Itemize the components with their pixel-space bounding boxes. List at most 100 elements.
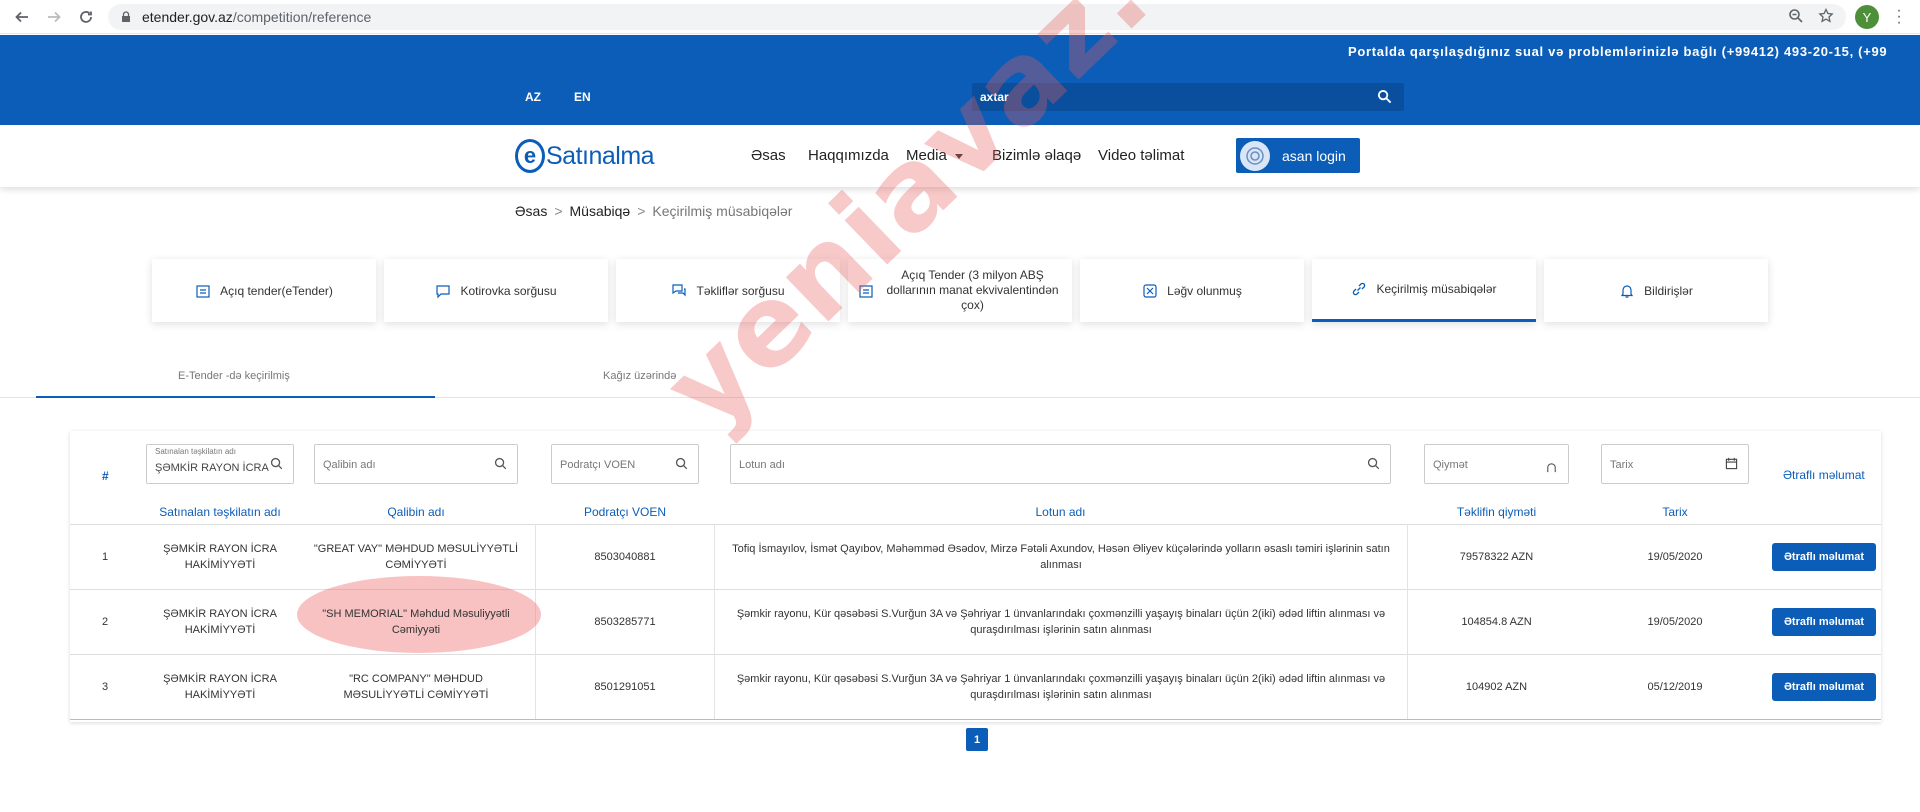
tab-etender[interactable]: E-Tender -də keçirilmiş (178, 370, 290, 382)
details-button[interactable]: Ətraflı məlumat (1772, 608, 1876, 636)
chat-bubbles-icon (672, 283, 687, 296)
price-cell: 104854.8 AZN (1461, 616, 1532, 628)
site-search-input[interactable]: axtar (972, 83, 1404, 111)
lot-filter-input[interactable]: Lotun adı (730, 444, 1391, 484)
row-number-header: # (102, 469, 109, 483)
nav-video[interactable]: Video təlimat (1098, 147, 1184, 164)
voen-cell: 8503285771 (594, 616, 656, 628)
search-icon[interactable] (1377, 89, 1392, 104)
org-filter-label: Satınalan təşkilatın adı (155, 447, 236, 456)
price-filter-placeholder: Qiymət (1433, 459, 1468, 471)
asan-login-button[interactable]: asan login (1236, 138, 1360, 173)
site-logo[interactable]: e Satınalma (515, 139, 655, 173)
column-divider (714, 524, 715, 719)
breadcrumb-home[interactable]: Əsas (515, 203, 547, 219)
org-filter-value: ŞƏMKİR RAYON İCRA (155, 462, 269, 474)
profile-avatar[interactable]: Y (1855, 5, 1879, 29)
top-bar: AZ EN axtar (0, 67, 1920, 125)
col-voen: Podratçı VOEN (583, 505, 667, 519)
tile-open-tender-large[interactable]: Açıq Tender (3 milyon ABŞ dollarının man… (848, 259, 1072, 322)
announcement-ticker: Portalda qarşılaşdığınız sual və problem… (0, 35, 1920, 67)
breadcrumb-separator: > (637, 203, 646, 219)
tab-paper[interactable]: Kağız üzərində (603, 370, 676, 382)
row-number: 1 (101, 551, 109, 563)
browser-menu-icon[interactable]: · · · (1893, 3, 1905, 31)
nav-media-label: Media (906, 147, 947, 164)
date-filter-input[interactable]: Tarix (1601, 444, 1749, 484)
lock-icon (122, 11, 130, 22)
lot-cell: Şəmkir rayonu, Kür qəsəbəsi S.Vurğun 3A … (736, 673, 1386, 701)
row-number: 3 (101, 681, 109, 693)
reload-icon[interactable] (74, 5, 98, 29)
org-cell: ŞƏMKİR RAYON İCRA HAKİMİYYƏTİ (163, 673, 277, 701)
lang-az[interactable]: AZ (525, 90, 541, 104)
details-header-link[interactable]: Ətraflı məlumat (1783, 468, 1865, 482)
col-winner: Qalibin adı (387, 505, 445, 519)
logo-text: Satınalma (546, 141, 655, 170)
price-filter-input[interactable]: Qiymət (1424, 444, 1569, 484)
site-search-value: axtar (980, 90, 1009, 104)
search-icon[interactable] (270, 457, 283, 470)
nav-about[interactable]: Haqqımızda (808, 147, 889, 164)
nav-media[interactable]: Media (906, 147, 963, 164)
breadcrumb-separator: > (554, 203, 563, 219)
details-button[interactable]: Ətraflı məlumat (1772, 543, 1876, 571)
col-date: Tarix (1662, 505, 1688, 519)
results-table: # Satınalan təşkilatın adı ŞƏMKİR RAYON … (70, 431, 1881, 722)
winner-filter-input[interactable]: Qalibin adı (314, 444, 518, 484)
search-icon[interactable] (494, 457, 507, 470)
tile-proposals[interactable]: Təkliflər sorğusu (616, 259, 840, 322)
ticker-text: Portalda qarşılaşdığınız sual və problem… (1348, 44, 1888, 59)
search-icon[interactable] (675, 457, 688, 470)
back-icon[interactable] (10, 5, 34, 29)
bookmark-star-icon[interactable] (1818, 8, 1834, 24)
sort-icon[interactable] (1545, 461, 1558, 474)
address-bar[interactable]: etender.gov.az/competition/reference (108, 4, 1846, 30)
org-filter-input[interactable]: Satınalan təşkilatın adı ŞƏMKİR RAYON İC… (146, 444, 294, 484)
tile-open-tender[interactable]: Açıq tender(eTender) (152, 259, 376, 322)
nav-home[interactable]: Əsas (751, 147, 786, 164)
row-divider (70, 719, 1881, 720)
price-cell: 104902 AZN (1465, 681, 1528, 693)
calendar-icon[interactable] (1725, 457, 1738, 470)
breadcrumb-current: Keçirilmiş müsabiqələr (652, 203, 793, 219)
logo-e-icon: e (515, 139, 545, 173)
nav-contact[interactable]: Bizimlə əlaqə (992, 147, 1081, 164)
tile-cancelled[interactable]: Ləğv olunmuş (1080, 259, 1304, 322)
org-cell: ŞƏMKİR RAYON İCRA HAKİMİYYƏTİ (163, 543, 277, 571)
lang-en[interactable]: EN (574, 90, 591, 104)
breadcrumb: Əsas > Müsabiqə > Keçirilmiş müsabiqələr (515, 203, 792, 219)
tender-icon (859, 284, 873, 298)
winner-cell: "SH MEMORIAL" Məhdud Məsuliyyətli Cəmiyy… (322, 608, 510, 636)
zoom-icon[interactable] (1788, 8, 1804, 24)
winner-cell: "RC COMPANY" MƏHDUD MƏSULİYYƏTLİ CƏMİYYƏ… (343, 673, 489, 701)
row-divider (70, 654, 1881, 655)
lot-filter-placeholder: Lotun adı (739, 459, 785, 471)
main-navigation: e Satınalma Əsas Haqqımızda Media Biziml… (0, 125, 1920, 187)
org-cell: ŞƏMKİR RAYON İCRA HAKİMİYYƏTİ (163, 608, 277, 636)
voen-filter-input[interactable]: Podratçı VOEN (551, 444, 699, 484)
asan-login-label: asan login (1282, 147, 1346, 164)
row-number: 2 (101, 616, 109, 628)
search-icon[interactable] (1367, 457, 1380, 470)
date-cell: 19/05/2020 (1647, 551, 1703, 563)
tile-completed[interactable]: Keçirilmiş müsabiqələr (1312, 259, 1536, 322)
tile-quotation[interactable]: Kotirovka sorğusu (384, 259, 608, 322)
breadcrumb-competition[interactable]: Müsabiqə (570, 203, 631, 219)
chat-icon (436, 284, 451, 298)
tile-label: Ləğv olunmuş (1167, 283, 1242, 298)
pagination-page-1[interactable]: 1 (966, 728, 988, 751)
tile-notifications[interactable]: Bildirişlər (1544, 259, 1768, 322)
price-cell: 79578322 AZN (1459, 551, 1534, 563)
browser-toolbar: etender.gov.az/competition/reference Y ·… (0, 0, 1920, 34)
details-button[interactable]: Ətraflı məlumat (1772, 673, 1876, 701)
voen-cell: 8503040881 (594, 551, 656, 563)
date-filter-placeholder: Tarix (1610, 459, 1634, 471)
forward-icon[interactable] (42, 5, 66, 29)
url-host: etender.gov.az (142, 9, 233, 25)
winner-filter-placeholder: Qalibin adı (323, 459, 376, 471)
tile-label: Açıq tender(eTender) (220, 283, 333, 298)
col-lot: Lotun adı (1035, 505, 1086, 519)
voen-filter-placeholder: Podratçı VOEN (560, 459, 636, 471)
asan-logo-icon (1240, 140, 1270, 171)
